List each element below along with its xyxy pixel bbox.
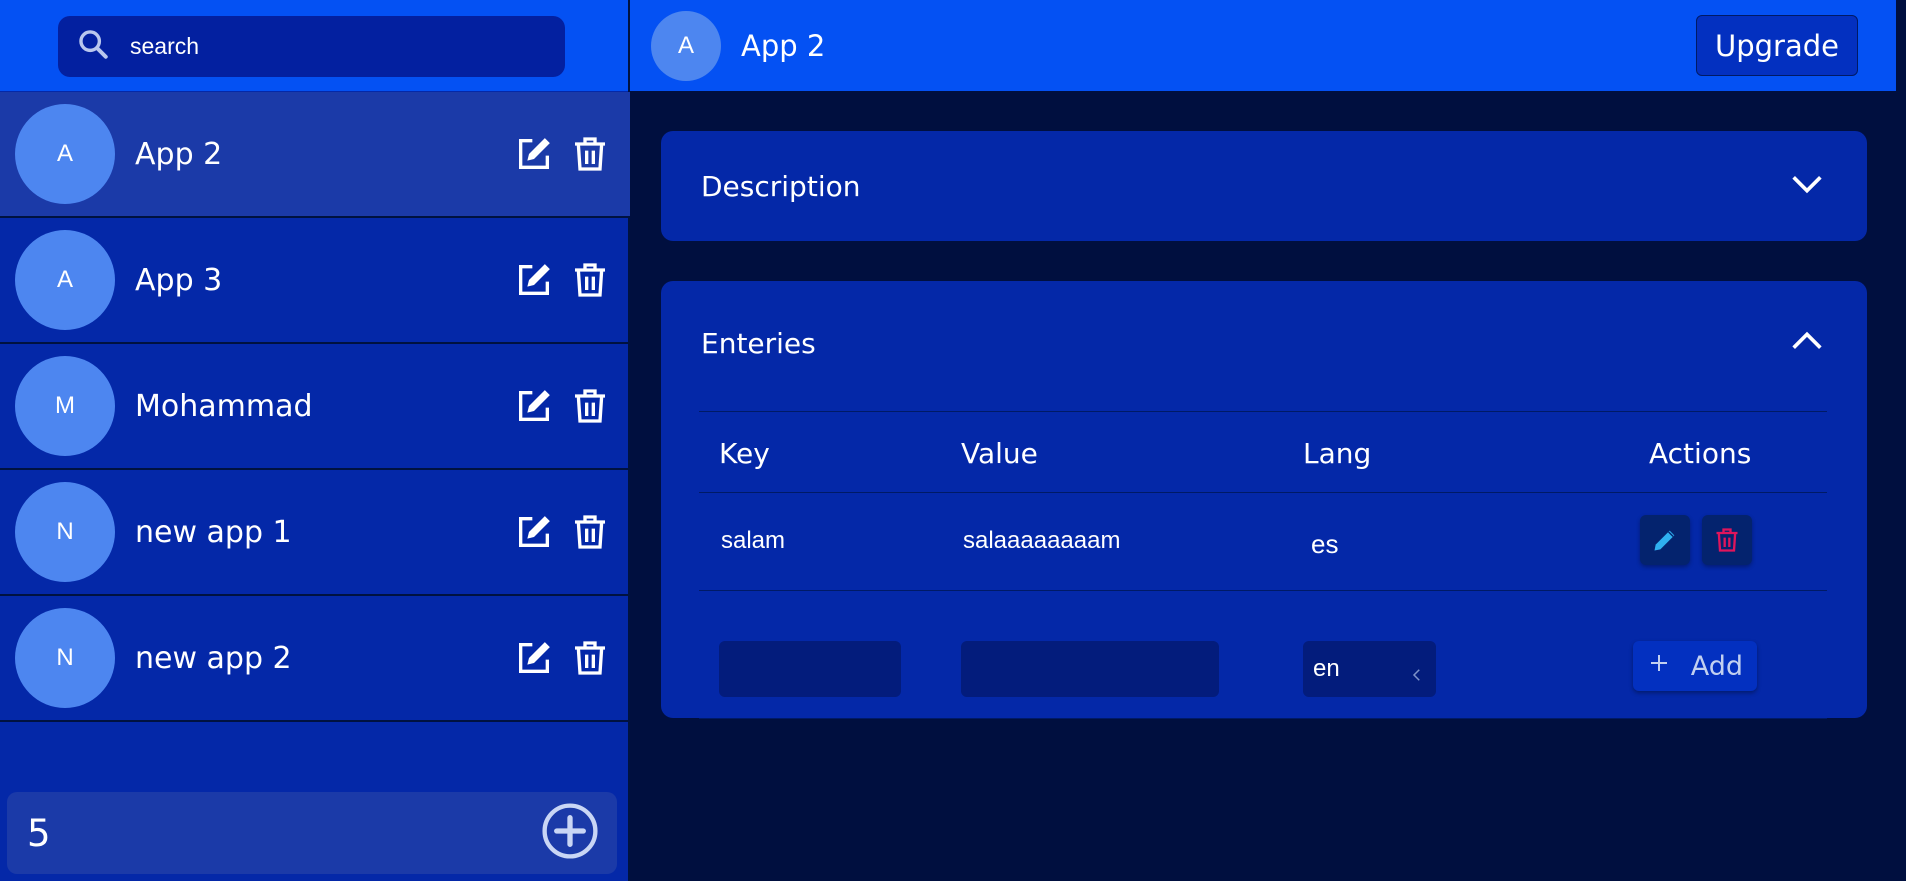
entries-panel: Enteries Key Value Lang Actions salam sa… [661,281,1867,719]
trash-icon [1716,528,1738,552]
app-name: new app 2 [135,640,292,676]
add-entry-button[interactable]: Add [1633,641,1757,691]
new-entry-row: en Add [699,591,1827,719]
trash-icon[interactable] [568,258,612,302]
lang-select-value: en [1313,655,1340,682]
app-list-item[interactable]: N new app 2 [0,596,630,722]
app-list-item[interactable]: M Mohammad [0,344,630,470]
avatar: A [15,230,115,330]
entries-table: Key Value Lang Actions salam salaaaaaaaa… [699,411,1827,719]
new-app-bar [7,792,617,874]
plus-circle-icon[interactable] [541,802,599,865]
new-key-input[interactable] [719,641,901,697]
column-header-actions: Actions [1649,436,1752,470]
chevron-down-icon[interactable] [1787,164,1827,209]
app-name: Mohammad [135,388,313,424]
chevron-left-icon [1412,669,1420,681]
app-list-item[interactable]: A App 3 [0,218,630,344]
add-label: Add [1690,650,1743,682]
sidebar-header [0,0,628,91]
trash-icon[interactable] [568,636,612,680]
avatar: N [15,482,115,582]
search-box[interactable] [58,16,565,77]
table-header: Key Value Lang Actions [699,411,1827,493]
app-root: A App 2 A App 3 M Mohammad N new app 1 N… [0,0,1906,881]
column-header-key: Key [719,436,770,470]
sidebar: A App 2 A App 3 M Mohammad N new app 1 N… [0,0,630,881]
new-app-input[interactable] [27,811,327,855]
app-name: App 2 [135,136,223,172]
trash-icon[interactable] [568,132,612,176]
cell-lang: es [1311,528,1339,559]
trash-icon[interactable] [568,384,612,428]
delete-entry-button[interactable] [1702,515,1752,565]
trash-icon[interactable] [568,510,612,554]
avatar: N [15,608,115,708]
edit-entry-button[interactable] [1640,515,1690,565]
edit-icon[interactable] [512,384,556,428]
description-title: Description [701,169,861,203]
avatar: A [651,10,721,81]
avatar: A [15,104,115,204]
app-name: new app 1 [135,514,292,550]
chevron-up-icon[interactable] [1787,321,1827,366]
edit-icon[interactable] [512,132,556,176]
edit-icon[interactable] [512,636,556,680]
upgrade-button[interactable]: Upgrade [1696,15,1858,76]
search-input[interactable] [130,33,530,60]
lang-select[interactable]: en [1303,641,1436,697]
window-edge [1896,0,1906,881]
app-name: App 3 [135,262,223,298]
table-row: salam salaaaaaaaam es [699,493,1827,591]
entries-header[interactable]: Enteries [701,321,1827,366]
column-header-value: Value [961,436,1038,470]
pencil-icon [1654,530,1675,551]
cell-key: salam [721,527,786,554]
avatar: M [15,356,115,456]
edit-icon[interactable] [512,258,556,302]
edit-icon[interactable] [512,510,556,554]
description-panel[interactable]: Description [661,131,1867,241]
cell-value: salaaaaaaaam [963,527,1121,554]
top-bar: A App 2 Upgrade [630,0,1896,91]
column-header-lang: Lang [1303,436,1372,470]
new-value-input[interactable] [961,641,1219,697]
page-title: App 2 [741,28,826,63]
app-list-item[interactable]: A App 2 [0,92,630,218]
app-list-item[interactable]: N new app 1 [0,470,630,596]
search-icon [76,27,110,66]
plus-icon [1647,651,1671,682]
entries-title: Enteries [701,327,816,360]
